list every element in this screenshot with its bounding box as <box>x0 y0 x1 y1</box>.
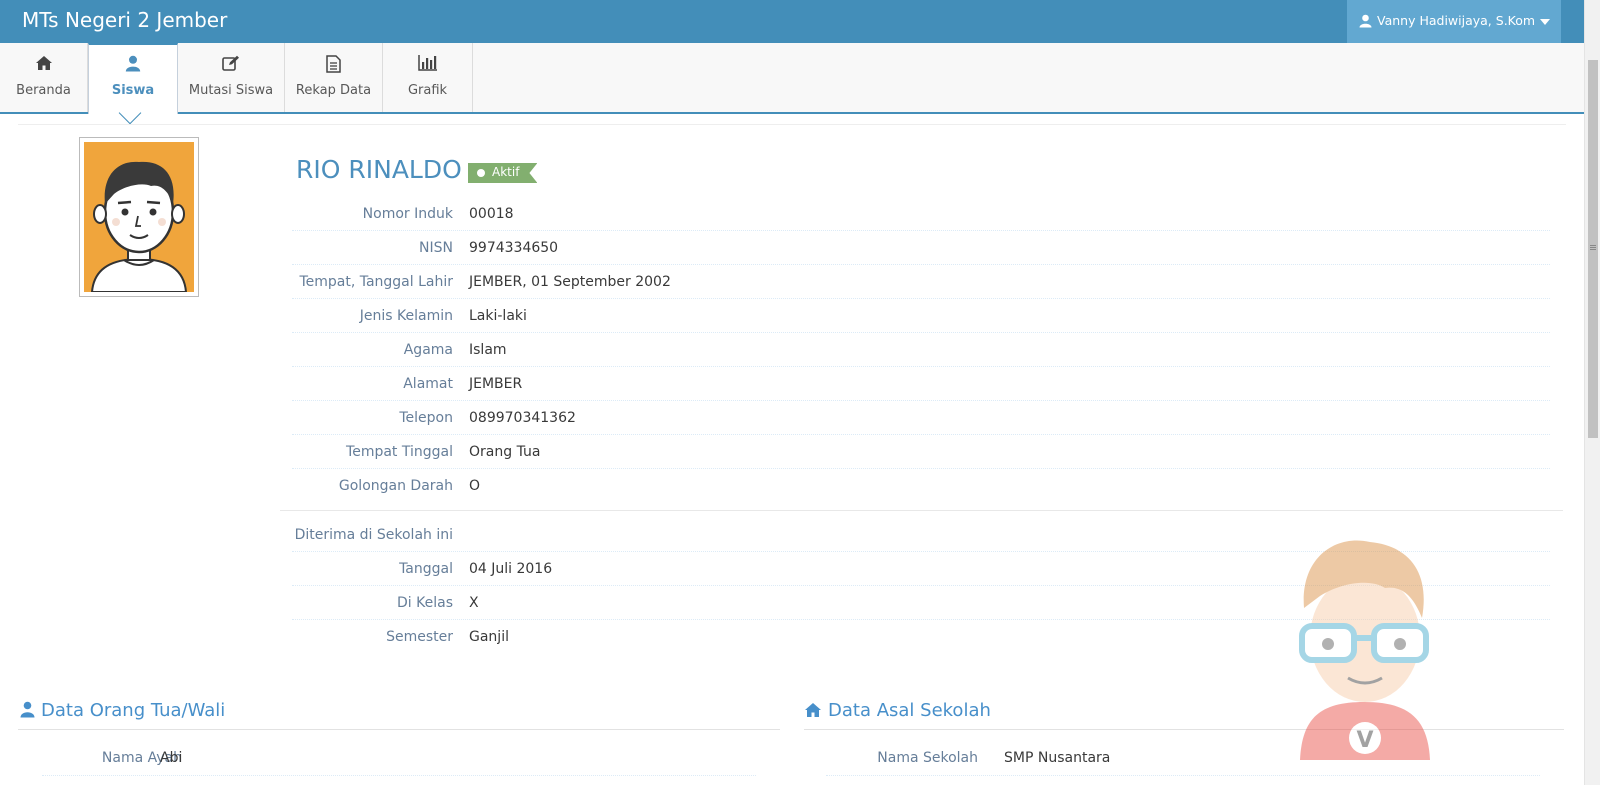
user-icon <box>20 701 35 723</box>
app-brand[interactable]: MTs Negeri 2 Jember <box>22 8 227 32</box>
info-label: Tempat Tinggal <box>346 444 453 460</box>
tab-beranda[interactable]: Beranda <box>0 43 88 112</box>
info-row: Nama Ayah Abi <box>42 746 756 776</box>
user-name: Vanny Hadiwijaya, S.Kom <box>1377 13 1536 28</box>
mascot-illustration: V <box>1290 538 1440 764</box>
info-value: Ganjil <box>469 629 509 645</box>
navbar: MTs Negeri 2 Jember Vanny Hadiwijaya, S.… <box>0 0 1584 45</box>
edit-icon <box>178 55 284 73</box>
status-badge: Aktif <box>468 163 537 183</box>
info-label: Agama <box>403 342 453 358</box>
tab-label: Beranda <box>16 83 71 98</box>
info-value: 00018 <box>469 206 514 222</box>
info-label: Nama Sekolah <box>877 750 978 766</box>
info-value: X <box>469 595 479 611</box>
info-row: NISN 9974334650 <box>292 231 1550 265</box>
status-dot-icon <box>477 169 485 177</box>
info-value: Orang Tua <box>469 444 541 460</box>
student-info-table: Nomor Induk 00018 NISN 9974334650 Tempat… <box>292 197 1550 503</box>
avatar <box>84 142 194 292</box>
school-origin-section-title: Data Asal Sekolah <box>804 700 991 723</box>
info-value: 089970341362 <box>469 410 576 426</box>
section-title-text: Data Asal Sekolah <box>828 700 991 721</box>
student-name: RIO RINALDO <box>296 155 462 184</box>
info-label: Tanggal <box>399 561 453 577</box>
tab-grafik[interactable]: Grafik <box>383 43 473 112</box>
info-row: Alamat JEMBER <box>292 367 1550 401</box>
divider <box>18 729 780 730</box>
info-row: Telepon 089970341362 <box>292 401 1550 435</box>
info-row: Agama Islam <box>292 333 1550 367</box>
main-nav-tabs: Beranda Siswa Mutasi Siswa Rekap Data Gr… <box>0 43 1584 114</box>
file-text-icon <box>285 55 382 73</box>
info-value: 04 Juli 2016 <box>469 561 553 577</box>
info-label: Tempat, Tanggal Lahir <box>299 274 453 290</box>
info-label: Alamat <box>403 376 453 392</box>
tab-label: Mutasi Siswa <box>188 83 274 98</box>
divider <box>18 124 1566 125</box>
vertical-scrollbar[interactable] <box>1584 0 1600 785</box>
info-value: Abi <box>160 750 183 766</box>
svg-text:V: V <box>1356 728 1373 753</box>
info-label: Di Kelas <box>397 595 453 611</box>
tab-siswa[interactable]: Siswa <box>88 43 178 114</box>
scrollbar-thumb[interactable] <box>1588 60 1598 438</box>
parents-section-title: Data Orang Tua/Wali <box>20 700 225 723</box>
info-label: Golongan Darah <box>338 478 453 494</box>
home-icon <box>804 702 822 723</box>
info-label: NISN <box>419 240 453 256</box>
info-value: 9974334650 <box>469 240 559 256</box>
info-value: O <box>469 478 481 494</box>
home-icon <box>0 55 87 73</box>
bar-chart-icon <box>383 55 472 73</box>
info-label: Semester <box>386 629 453 645</box>
chevron-down-icon <box>1540 19 1550 25</box>
student-photo <box>79 137 199 297</box>
info-value: SMP Nusantara <box>1004 750 1111 766</box>
tab-label: Siswa <box>111 83 155 98</box>
info-row: Nomor Induk 00018 <box>292 197 1550 231</box>
scrollbar-grip-icon <box>1590 245 1596 246</box>
tab-mutasi-siswa[interactable]: Mutasi Siswa <box>178 43 285 112</box>
tab-label: Grafik <box>407 83 448 98</box>
user-icon <box>1359 14 1372 31</box>
info-row: Golongan Darah O <box>292 469 1550 503</box>
section-title-text: Data Orang Tua/Wali <box>41 700 226 721</box>
divider <box>280 510 1563 511</box>
info-label: Nomor Induk <box>362 206 453 222</box>
info-label: Jenis Kelamin <box>359 308 453 324</box>
user-menu[interactable]: Vanny Hadiwijaya, S.Kom <box>1347 0 1561 43</box>
tab-label: Rekap Data <box>295 83 372 98</box>
divider <box>804 729 1564 730</box>
info-value: JEMBER, 01 September 2002 <box>469 274 671 290</box>
tab-rekap-data[interactable]: Rekap Data <box>285 43 383 112</box>
status-label: Aktif <box>492 165 520 179</box>
user-icon <box>89 55 177 73</box>
info-row: Tempat Tinggal Orang Tua <box>292 435 1550 469</box>
info-value: JEMBER <box>469 376 523 392</box>
info-row: Tempat, Tanggal Lahir JEMBER, 01 Septemb… <box>292 265 1550 299</box>
info-row: Jenis Kelamin Laki-laki <box>292 299 1550 333</box>
admission-heading: Diterima di Sekolah ini <box>294 527 453 543</box>
info-value: Islam <box>469 342 507 358</box>
info-value: Laki-laki <box>469 308 527 324</box>
info-label: Telepon <box>399 410 453 426</box>
